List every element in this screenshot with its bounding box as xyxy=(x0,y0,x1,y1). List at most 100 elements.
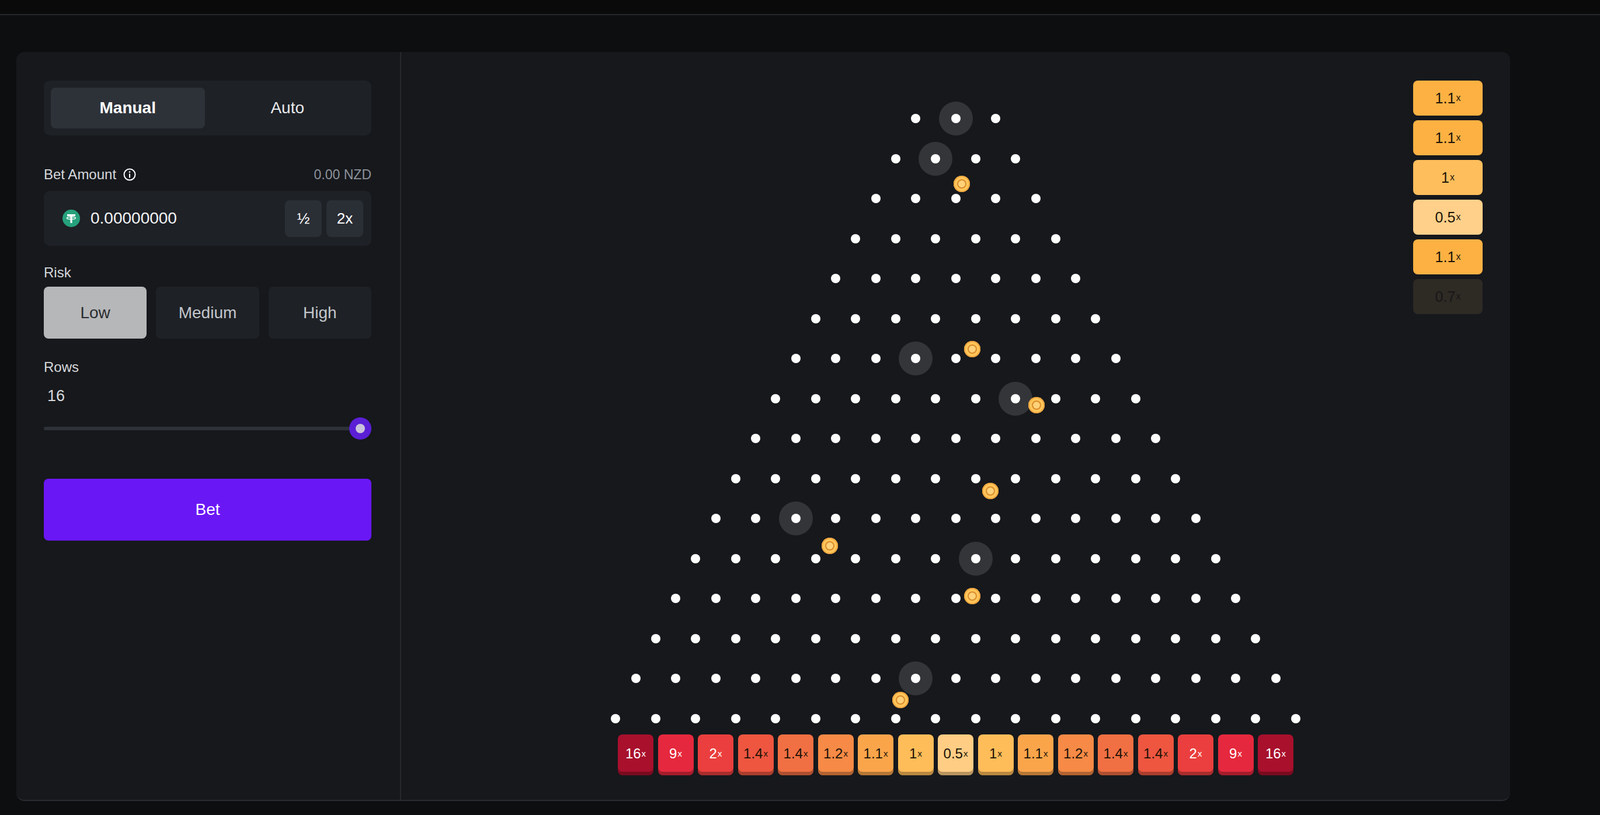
peg xyxy=(1211,554,1221,564)
peg xyxy=(951,433,961,444)
multiplier-bucket: 1.2x xyxy=(818,734,854,776)
peg xyxy=(1090,634,1101,644)
peg xyxy=(731,634,741,644)
peg xyxy=(951,113,961,124)
multiplier-bucket: 1x xyxy=(898,734,934,776)
peg xyxy=(1191,593,1201,604)
peg xyxy=(1051,474,1061,484)
peg xyxy=(1070,353,1081,364)
multiplier-bucket: 16x xyxy=(617,734,654,776)
peg xyxy=(791,353,801,364)
peg xyxy=(830,513,841,524)
bet-amount-input[interactable]: 0.00000000 ½2x xyxy=(43,190,372,246)
peg xyxy=(1170,714,1181,724)
risk-options: LowMediumHigh xyxy=(43,286,372,339)
peg xyxy=(910,673,921,684)
multiplier-buckets: 16x9x2x1.4x1.4x1.2x1.1x1x0.5x1x1.1x1.2x1… xyxy=(617,734,1294,776)
multiplier-bucket: 9x xyxy=(1218,734,1254,776)
peg xyxy=(1090,714,1101,724)
multiplier-bucket: 9x xyxy=(658,734,694,776)
peg xyxy=(930,314,941,324)
peg xyxy=(1031,593,1041,604)
peg xyxy=(750,513,761,524)
peg xyxy=(871,273,881,284)
peg xyxy=(891,394,901,404)
peg xyxy=(871,433,881,444)
peg xyxy=(1271,673,1281,684)
bet-adjust-button[interactable]: 2x xyxy=(326,200,364,238)
peg xyxy=(910,353,921,364)
peg xyxy=(1070,673,1081,684)
mode-tab[interactable]: Auto xyxy=(210,87,365,129)
fiat-value: 0.00 NZD xyxy=(314,167,372,183)
peg xyxy=(731,474,741,484)
peg xyxy=(1131,474,1141,484)
peg xyxy=(731,554,741,564)
peg xyxy=(891,474,901,484)
peg xyxy=(850,554,861,564)
risk-option[interactable]: Medium xyxy=(155,286,259,339)
peg xyxy=(811,474,821,484)
ball xyxy=(953,175,970,193)
multiplier-bucket: 1.1x xyxy=(1017,734,1054,776)
peg xyxy=(1031,193,1041,204)
peg xyxy=(951,353,961,364)
peg xyxy=(830,673,841,684)
peg xyxy=(1111,353,1121,364)
ball xyxy=(964,588,981,605)
page: ManualAutoBet Amount0.00 NZD0.00000000½2… xyxy=(0,0,1600,815)
peg xyxy=(910,113,921,124)
peg xyxy=(1131,714,1141,724)
peg xyxy=(1090,474,1101,484)
peg xyxy=(1230,673,1241,684)
peg xyxy=(871,513,881,524)
peg xyxy=(850,714,861,724)
peg xyxy=(990,673,1001,684)
history-item: 0.5x xyxy=(1413,199,1483,235)
peg xyxy=(951,673,961,684)
peg xyxy=(750,673,761,684)
peg xyxy=(1031,353,1041,364)
peg xyxy=(1150,673,1161,684)
peg xyxy=(1031,433,1041,444)
peg xyxy=(651,634,661,644)
mode-tab[interactable]: Manual xyxy=(50,87,205,129)
peg xyxy=(1111,513,1121,524)
rows-value: 16 xyxy=(43,387,372,405)
peg xyxy=(1051,634,1061,644)
peg xyxy=(711,513,721,524)
rows-slider[interactable] xyxy=(43,417,372,440)
peg xyxy=(651,714,661,724)
peg xyxy=(811,554,821,564)
risk-option[interactable]: High xyxy=(268,286,372,339)
risk-option[interactable]: Low xyxy=(43,286,147,339)
peg xyxy=(951,273,961,284)
risk-label: Risk xyxy=(43,263,372,282)
peg xyxy=(770,474,781,484)
bet-button[interactable]: Bet xyxy=(43,478,372,541)
bet-amount-value: 0.00000000 xyxy=(90,209,275,228)
peg xyxy=(1051,314,1061,324)
peg xyxy=(1090,554,1101,564)
peg xyxy=(910,593,921,604)
peg xyxy=(1150,593,1161,604)
slider-knob[interactable] xyxy=(349,417,372,440)
multiplier-bucket: 1x xyxy=(978,734,1014,776)
peg xyxy=(910,273,921,284)
multiplier-bucket: 16x xyxy=(1257,734,1294,776)
peg xyxy=(1090,314,1101,324)
peg xyxy=(891,634,901,644)
peg xyxy=(811,714,821,724)
bet-adjust-button[interactable]: ½ xyxy=(284,200,322,238)
info-icon[interactable] xyxy=(123,168,137,182)
peg xyxy=(1170,634,1181,644)
peg xyxy=(971,554,981,564)
peg xyxy=(770,394,781,404)
peg xyxy=(610,714,621,724)
peg xyxy=(631,673,641,684)
history-item: 1.1x xyxy=(1413,120,1483,156)
peg xyxy=(990,593,1001,604)
peg xyxy=(711,673,721,684)
multiplier-bucket: 1.4x xyxy=(1097,734,1134,776)
peg xyxy=(690,714,701,724)
